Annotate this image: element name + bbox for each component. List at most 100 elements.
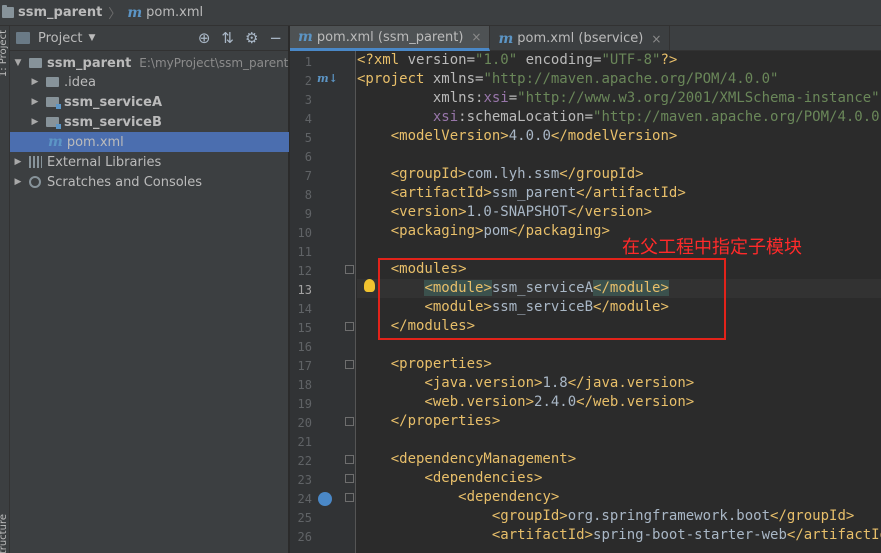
- fold-marker-icon[interactable]: [345, 493, 354, 502]
- line-number: 13: [297, 283, 312, 297]
- annotation-text: 在父工程中指定子模块: [622, 237, 802, 258]
- maven-icon: m: [498, 30, 514, 47]
- fold-marker-icon[interactable]: [345, 265, 354, 274]
- line-number: 23: [297, 473, 312, 487]
- code-line-20: </properties>: [390, 413, 501, 429]
- line-number: 25: [297, 511, 312, 525]
- code-line-4: xsi:schemaLocation="http://maven.apache.…: [432, 109, 881, 125]
- line-number: 5: [304, 131, 312, 145]
- maven-icon: m: [48, 134, 63, 150]
- code-line-26: <artifactId>spring-boot-starter-web</art…: [491, 527, 881, 543]
- chevron-right-icon: 〉: [108, 7, 122, 22]
- editor-gutter[interactable]: 1 2 3 4 5 6 7 8 9 10 11 12 13 14 15 16 17 18 19 20 21 22 23 24 2…: [290, 51, 356, 553]
- annotation-highlight-box: [378, 258, 726, 340]
- code-line-1: <?xml version="1.0" encoding="UTF-8"?>: [357, 52, 678, 68]
- scratches-icon: [29, 176, 41, 188]
- expand-right-icon[interactable]: ▶: [13, 157, 23, 167]
- libraries-icon: [29, 156, 42, 168]
- expand-right-icon[interactable]: ▶: [30, 97, 40, 107]
- fold-marker-icon[interactable]: [345, 417, 354, 426]
- fold-marker-icon[interactable]: [345, 322, 354, 331]
- line-number: 8: [304, 188, 312, 202]
- line-number: 9: [304, 207, 312, 221]
- left-tool-strip: 1: Project Structure: [0, 26, 10, 553]
- fold-marker-icon[interactable]: [345, 474, 354, 483]
- code-line-18: <java.version>1.8</java.version>: [424, 375, 695, 391]
- line-number: 18: [297, 378, 312, 392]
- close-icon[interactable]: ×: [471, 30, 481, 44]
- expand-right-icon[interactable]: ▶: [30, 117, 40, 127]
- module-folder-icon: [46, 97, 61, 109]
- line-number: 20: [297, 416, 312, 430]
- line-number: 6: [304, 150, 312, 164]
- tree-item-ssm-parent[interactable]: ▼ ssm_parent E:\myProject\ssm_parent: [10, 53, 289, 73]
- line-number: 22: [297, 454, 312, 468]
- line-number: 17: [297, 359, 312, 373]
- tree-item-ssm-serviceb[interactable]: ▶ ssm_serviceB: [10, 112, 289, 132]
- module-folder-icon: [46, 117, 61, 129]
- locate-icon[interactable]: ⊕: [198, 29, 211, 47]
- project-view-icon: [16, 32, 30, 44]
- code-line-24: <dependency>: [458, 489, 560, 505]
- code-line-25: <groupId>org.springframework.boot</group…: [491, 508, 855, 524]
- code-line-22: <dependencyManagement>: [390, 451, 577, 467]
- maven-icon: m: [298, 29, 313, 45]
- tree-item-scratches[interactable]: ▶ Scratches and Consoles: [10, 172, 289, 192]
- line-number: 10: [297, 226, 312, 240]
- expand-down-icon[interactable]: ▼: [13, 58, 23, 68]
- expand-right-icon[interactable]: ▶: [13, 177, 23, 187]
- line-number: 21: [297, 435, 312, 449]
- code-line-9: <version>1.0-SNAPSHOT</version>: [390, 204, 653, 220]
- code-line-7: <groupId>com.lyh.ssm</groupId>: [390, 166, 644, 182]
- line-number: 2: [304, 74, 312, 88]
- fold-marker-icon[interactable]: [345, 360, 354, 369]
- line-number: 1: [304, 55, 312, 69]
- editor-tabs: m pom.xml (ssm_parent) × m pom.xml (bser…: [290, 26, 881, 51]
- line-number: 11: [297, 245, 312, 259]
- lightbulb-icon[interactable]: [364, 279, 375, 292]
- line-number: 16: [297, 340, 312, 354]
- line-number: 14: [297, 302, 312, 316]
- code-line-23: <dependencies>: [424, 470, 543, 486]
- code-line-2: <project xmlns="http://maven.apache.org/…: [357, 71, 779, 87]
- fold-marker-icon[interactable]: [345, 455, 354, 464]
- project-view-selector[interactable]: Project: [38, 31, 82, 46]
- breadcrumb-file[interactable]: m pom.xml: [127, 5, 203, 21]
- code-line-10: <packaging>pom</packaging>: [390, 223, 610, 239]
- close-icon[interactable]: ×: [651, 32, 661, 46]
- expand-right-icon[interactable]: ▶: [30, 77, 40, 87]
- breadcrumb-project[interactable]: ssm_parent: [2, 5, 102, 20]
- gear-icon[interactable]: ⚙: [245, 29, 258, 47]
- code-line-3: xmlns:xsi="http://www.w3.org/2001/XMLSch…: [432, 90, 880, 106]
- line-number: 4: [304, 112, 312, 126]
- tree-item-pom-xml[interactable]: m pom.xml: [10, 132, 289, 152]
- line-number: 7: [304, 169, 312, 183]
- tab-pom-bservice[interactable]: m pom.xml (bservice) ×: [490, 26, 671, 51]
- folder-icon: [2, 5, 14, 18]
- line-number: 15: [297, 321, 312, 335]
- tree-item-ssm-servicea[interactable]: ▶ ssm_serviceA: [10, 92, 289, 112]
- tab-pom-ssm-parent[interactable]: m pom.xml (ssm_parent) ×: [290, 26, 491, 51]
- line-number: 3: [304, 93, 312, 107]
- code-line-8: <artifactId>ssm_parent</artifactId>: [390, 185, 686, 201]
- line-number: 19: [297, 397, 312, 411]
- chevron-down-icon[interactable]: ▼: [88, 33, 95, 43]
- code-line-5: <modelVersion>4.0.0</modelVersion>: [390, 128, 678, 144]
- code-line-17: <properties>: [390, 356, 492, 372]
- overridden-icon[interactable]: [318, 492, 332, 506]
- collapse-all-icon[interactable]: ⇅: [221, 29, 234, 47]
- code-line-19: <web.version>2.4.0</web.version>: [424, 394, 695, 410]
- line-number: 24: [297, 492, 312, 506]
- tree-item-idea[interactable]: ▶ .idea: [10, 72, 289, 92]
- line-number: 26: [297, 530, 312, 544]
- tree-item-external-libraries[interactable]: ▶ External Libraries: [10, 152, 289, 172]
- breadcrumb: ssm_parent 〉 m pom.xml: [0, 0, 881, 26]
- line-number: 12: [297, 264, 312, 278]
- maven-gutter-icon[interactable]: m↓: [317, 72, 338, 85]
- folder-icon: [46, 77, 59, 87]
- project-panel: Project ▼ ⊕ ⇅ ⚙ − ▼ ssm_parent E:\myProj…: [10, 26, 289, 553]
- project-panel-header: Project ▼ ⊕ ⇅ ⚙ −: [10, 26, 288, 51]
- maven-icon: m: [127, 4, 143, 21]
- folder-icon: [29, 58, 42, 68]
- minimize-icon[interactable]: −: [269, 29, 282, 47]
